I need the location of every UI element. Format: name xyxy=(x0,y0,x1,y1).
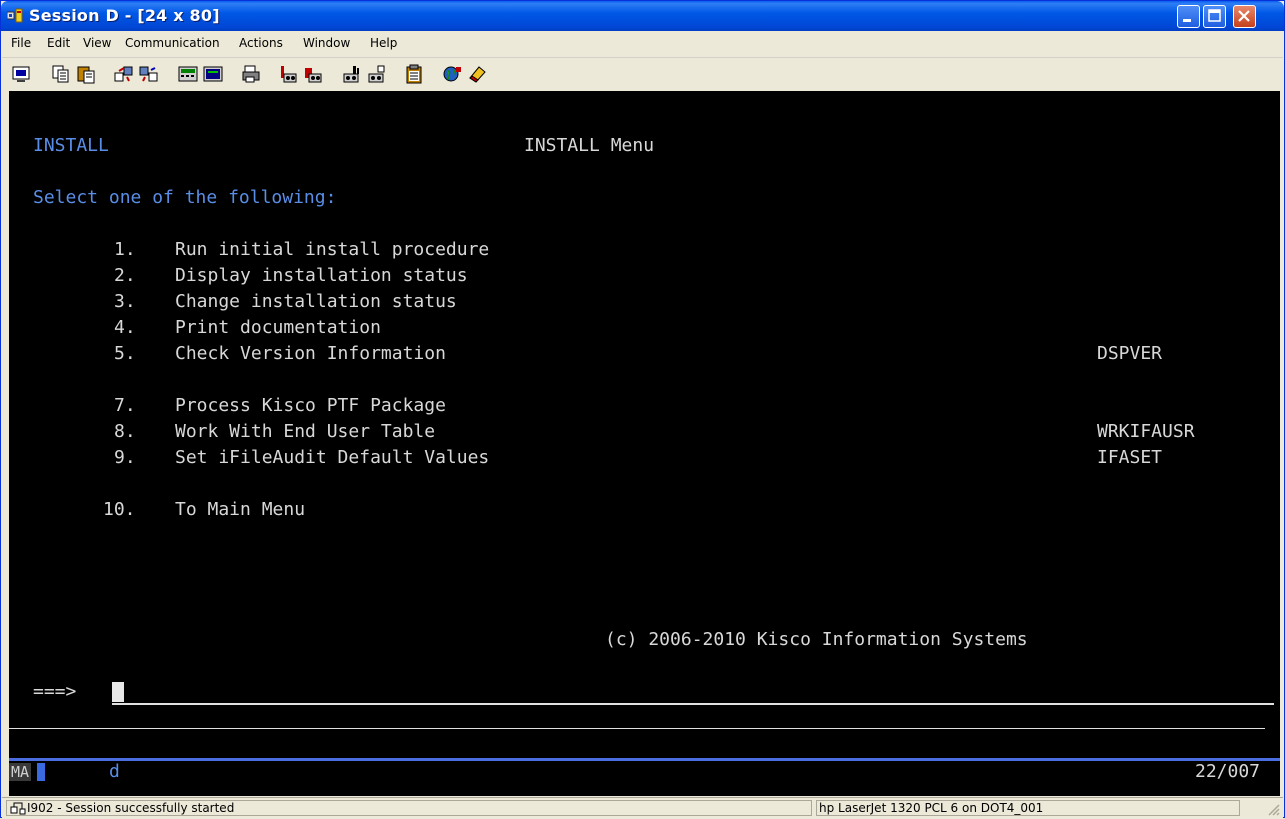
window-title: Session D - [24 x 80] xyxy=(29,6,220,25)
oia-mode-indicator: MA xyxy=(9,763,32,781)
menu-view[interactable]: View xyxy=(83,36,111,50)
macro-play-icon[interactable] xyxy=(303,64,323,84)
minimize-icon xyxy=(1183,19,1191,22)
title-bar[interactable]: Session D - [24 x 80] xyxy=(1,1,1284,31)
screen-title: INSTALL Menu xyxy=(524,135,655,156)
paste-icon[interactable] xyxy=(76,64,96,84)
clipboard-icon[interactable] xyxy=(404,64,424,84)
printer-name: hp LaserJet 1320 PCL 6 on DOT4_001 xyxy=(819,801,1044,815)
option-number: 8. xyxy=(114,421,136,442)
oia-cursor-block xyxy=(37,763,45,781)
menu-communication[interactable]: Communication xyxy=(125,36,220,50)
option-number: 9. xyxy=(114,447,136,468)
option-label[interactable]: To Main Menu xyxy=(175,500,305,520)
close-icon xyxy=(1238,10,1250,22)
option-label[interactable]: Process Kisco PTF Package xyxy=(175,396,446,416)
select-prompt: Select one of the following: xyxy=(33,187,337,208)
receive-icon[interactable] xyxy=(139,64,159,84)
menu-bar: File Edit View Communication Actions Win… xyxy=(2,32,1283,58)
option-label[interactable]: Run initial install procedure xyxy=(175,240,489,260)
send-icon[interactable] xyxy=(114,64,134,84)
status-message-pane: I902 - Session successfully started xyxy=(6,800,812,816)
keypad-icon[interactable] xyxy=(178,64,198,84)
command-input-underline xyxy=(112,703,1274,705)
menu-window[interactable]: Window xyxy=(303,36,350,50)
printer-pane: hp LaserJet 1320 PCL 6 on DOT4_001 xyxy=(816,800,1240,816)
option-command: WRKIFAUSR xyxy=(1097,421,1195,442)
option-number: 10. xyxy=(103,499,136,520)
command-prompt: ===> xyxy=(33,681,77,702)
resize-grip-icon[interactable] xyxy=(1266,802,1280,816)
toolbar xyxy=(2,58,1283,90)
text-cursor xyxy=(112,682,124,702)
status-bar: I902 - Session successfully started hp L… xyxy=(2,797,1283,819)
copyright-text: (c) 2006-2010 Kisco Information Systems xyxy=(605,629,1028,650)
option-number: 5. xyxy=(114,343,136,364)
maximize-button[interactable] xyxy=(1203,5,1226,28)
option-label[interactable]: Change installation status xyxy=(175,292,457,312)
oia-divider xyxy=(9,758,1280,761)
cursor-position: 22/007 xyxy=(1195,761,1261,782)
print-icon[interactable] xyxy=(241,64,261,84)
option-label[interactable]: Check Version Information xyxy=(175,344,446,364)
terminal-screen[interactable]: INSTALL INSTALL Menu Select one of the f… xyxy=(9,91,1280,796)
menu-help[interactable]: Help xyxy=(370,36,397,50)
option-command: DSPVER xyxy=(1097,343,1163,364)
macro-stop-icon[interactable] xyxy=(341,64,361,84)
display-session-icon[interactable] xyxy=(11,64,31,84)
macro-edit-icon[interactable] xyxy=(366,64,386,84)
minimize-button[interactable] xyxy=(1177,5,1200,28)
screen-icon[interactable] xyxy=(203,64,223,84)
option-number: 3. xyxy=(114,291,136,312)
menu-actions[interactable]: Actions xyxy=(239,36,283,50)
status-message: I902 - Session successfully started xyxy=(27,801,235,815)
session-app-icon xyxy=(7,8,23,23)
option-number: 4. xyxy=(114,317,136,338)
option-label[interactable]: Print documentation xyxy=(175,318,381,338)
oia-indicator: d xyxy=(109,761,120,782)
macro-record-icon[interactable] xyxy=(278,64,298,84)
menu-edit[interactable]: Edit xyxy=(47,36,70,50)
screen-id: INSTALL xyxy=(33,135,109,156)
option-label[interactable]: Work With End User Table xyxy=(175,422,435,442)
option-number: 2. xyxy=(114,265,136,286)
option-label[interactable]: Set iFileAudit Default Values xyxy=(175,448,489,468)
eraser-icon[interactable] xyxy=(467,64,487,84)
menu-file[interactable]: File xyxy=(11,36,31,50)
copy-icon[interactable] xyxy=(51,64,71,84)
screen-separator xyxy=(9,728,1265,729)
emulator-window: Session D - [24 x 80] File Edit View Com… xyxy=(0,0,1285,819)
option-command: IFASET xyxy=(1097,447,1163,468)
option-label[interactable]: Display installation status xyxy=(175,266,468,286)
option-number: 7. xyxy=(114,395,136,416)
close-button[interactable] xyxy=(1233,5,1256,28)
globe-icon[interactable] xyxy=(442,64,462,84)
maximize-icon xyxy=(1208,9,1221,22)
network-connection-icon xyxy=(10,802,26,815)
option-number: 1. xyxy=(114,239,136,260)
